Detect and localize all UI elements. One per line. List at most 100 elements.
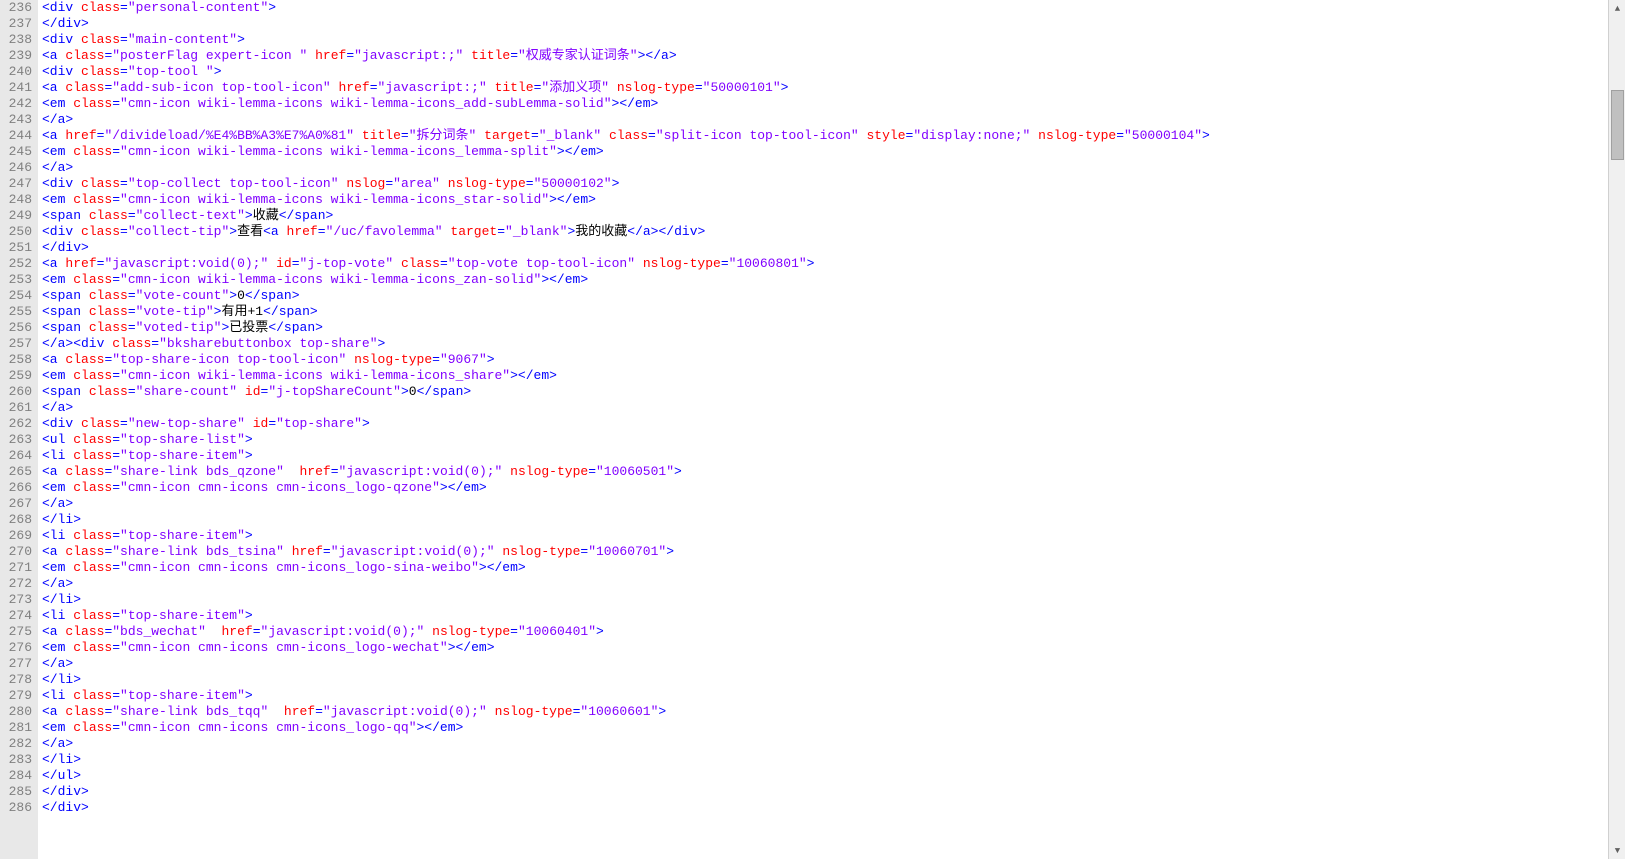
line-number: 282	[0, 736, 32, 752]
scroll-up-icon[interactable]: ▲	[1609, 0, 1625, 17]
code-line[interactable]: </div>	[42, 800, 1608, 816]
line-number: 258	[0, 352, 32, 368]
line-number: 263	[0, 432, 32, 448]
code-line[interactable]: <a class="top-share-icon top-tool-icon" …	[42, 352, 1608, 368]
code-line[interactable]: </ul>	[42, 768, 1608, 784]
code-line[interactable]: </li>	[42, 592, 1608, 608]
code-line[interactable]: </a>	[42, 656, 1608, 672]
code-line[interactable]: </a><div class="bksharebuttonbox top-sha…	[42, 336, 1608, 352]
line-number: 239	[0, 48, 32, 64]
code-line[interactable]: <em class="cmn-icon cmn-icons cmn-icons_…	[42, 560, 1608, 576]
line-number: 267	[0, 496, 32, 512]
code-line[interactable]: </li>	[42, 752, 1608, 768]
scroll-thumb[interactable]	[1611, 90, 1624, 160]
line-number: 264	[0, 448, 32, 464]
line-number: 241	[0, 80, 32, 96]
line-number: 277	[0, 656, 32, 672]
line-number: 268	[0, 512, 32, 528]
code-line[interactable]: </a>	[42, 400, 1608, 416]
line-number: 275	[0, 624, 32, 640]
code-line[interactable]: <span class="share-count" id="j-topShare…	[42, 384, 1608, 400]
code-line[interactable]: <em class="cmn-icon cmn-icons cmn-icons_…	[42, 480, 1608, 496]
code-line[interactable]: </div>	[42, 240, 1608, 256]
code-line[interactable]: </div>	[42, 784, 1608, 800]
code-line[interactable]: <div class="personal-content">	[42, 0, 1608, 16]
code-line[interactable]: </a>	[42, 496, 1608, 512]
code-line[interactable]: <li class="top-share-item">	[42, 528, 1608, 544]
code-line[interactable]: <a class="share-link bds_tsina" href="ja…	[42, 544, 1608, 560]
code-editor-area[interactable]: <div class="personal-content"></div><div…	[38, 0, 1608, 859]
line-number: 281	[0, 720, 32, 736]
line-number: 283	[0, 752, 32, 768]
code-line[interactable]: </li>	[42, 512, 1608, 528]
code-line[interactable]: <span class="collect-text">收藏</span>	[42, 208, 1608, 224]
line-number: 244	[0, 128, 32, 144]
code-line[interactable]: <em class="cmn-icon wiki-lemma-icons wik…	[42, 192, 1608, 208]
scroll-down-icon[interactable]: ▼	[1609, 842, 1625, 859]
code-line[interactable]: <em class="cmn-icon wiki-lemma-icons wik…	[42, 272, 1608, 288]
line-number: 246	[0, 160, 32, 176]
line-number: 265	[0, 464, 32, 480]
line-number: 276	[0, 640, 32, 656]
line-number: 240	[0, 64, 32, 80]
code-line[interactable]: <a href="javascript:void(0);" id="j-top-…	[42, 256, 1608, 272]
line-number: 266	[0, 480, 32, 496]
line-number: 243	[0, 112, 32, 128]
line-number: 248	[0, 192, 32, 208]
code-line[interactable]: <a class="share-link bds_qzone" href="ja…	[42, 464, 1608, 480]
line-number: 249	[0, 208, 32, 224]
line-number: 245	[0, 144, 32, 160]
code-line[interactable]: <div class="new-top-share" id="top-share…	[42, 416, 1608, 432]
line-number: 285	[0, 784, 32, 800]
code-line[interactable]: <span class="voted-tip">已投票</span>	[42, 320, 1608, 336]
line-number: 278	[0, 672, 32, 688]
line-number-gutter: 2362372382392402412422432442452462472482…	[0, 0, 38, 859]
code-line[interactable]: <span class="vote-tip">有用+1</span>	[42, 304, 1608, 320]
line-number: 284	[0, 768, 32, 784]
line-number: 262	[0, 416, 32, 432]
vertical-scrollbar[interactable]: ▲ ▼	[1608, 0, 1625, 859]
code-line[interactable]: </a>	[42, 736, 1608, 752]
line-number: 272	[0, 576, 32, 592]
code-line[interactable]: <a href="/divideload/%E4%BB%A3%E7%A0%81"…	[42, 128, 1608, 144]
line-number: 238	[0, 32, 32, 48]
code-line[interactable]: <div class="collect-tip">查看<a href="/uc/…	[42, 224, 1608, 240]
code-line[interactable]: <a class="posterFlag expert-icon " href=…	[42, 48, 1608, 64]
line-number: 259	[0, 368, 32, 384]
line-number: 280	[0, 704, 32, 720]
code-line[interactable]: <em class="cmn-icon wiki-lemma-icons wik…	[42, 144, 1608, 160]
code-line[interactable]: <a class="bds_wechat" href="javascript:v…	[42, 624, 1608, 640]
code-line[interactable]: <div class="top-collect top-tool-icon" n…	[42, 176, 1608, 192]
code-line[interactable]: <a class="add-sub-icon top-tool-icon" hr…	[42, 80, 1608, 96]
code-line[interactable]: </div>	[42, 16, 1608, 32]
code-line[interactable]: </a>	[42, 112, 1608, 128]
code-line[interactable]: </a>	[42, 160, 1608, 176]
code-line[interactable]: <div class="top-tool ">	[42, 64, 1608, 80]
line-number: 269	[0, 528, 32, 544]
code-line[interactable]: <span class="vote-count">0</span>	[42, 288, 1608, 304]
code-line[interactable]: <li class="top-share-item">	[42, 608, 1608, 624]
code-line[interactable]: <em class="cmn-icon wiki-lemma-icons wik…	[42, 368, 1608, 384]
code-line[interactable]: <li class="top-share-item">	[42, 448, 1608, 464]
line-number: 256	[0, 320, 32, 336]
line-number: 242	[0, 96, 32, 112]
line-number: 255	[0, 304, 32, 320]
code-line[interactable]: <div class="main-content">	[42, 32, 1608, 48]
code-line[interactable]: <em class="cmn-icon cmn-icons cmn-icons_…	[42, 640, 1608, 656]
code-line[interactable]: <a class="share-link bds_tqq" href="java…	[42, 704, 1608, 720]
line-number: 271	[0, 560, 32, 576]
code-line[interactable]: <ul class="top-share-list">	[42, 432, 1608, 448]
code-line[interactable]: <em class="cmn-icon cmn-icons cmn-icons_…	[42, 720, 1608, 736]
line-number: 279	[0, 688, 32, 704]
line-number: 257	[0, 336, 32, 352]
line-number: 260	[0, 384, 32, 400]
line-number: 253	[0, 272, 32, 288]
line-number: 237	[0, 16, 32, 32]
code-line[interactable]: <li class="top-share-item">	[42, 688, 1608, 704]
line-number: 286	[0, 800, 32, 816]
line-number: 251	[0, 240, 32, 256]
code-line[interactable]: </li>	[42, 672, 1608, 688]
code-line[interactable]: <em class="cmn-icon wiki-lemma-icons wik…	[42, 96, 1608, 112]
code-line[interactable]: </a>	[42, 576, 1608, 592]
line-number: 236	[0, 0, 32, 16]
